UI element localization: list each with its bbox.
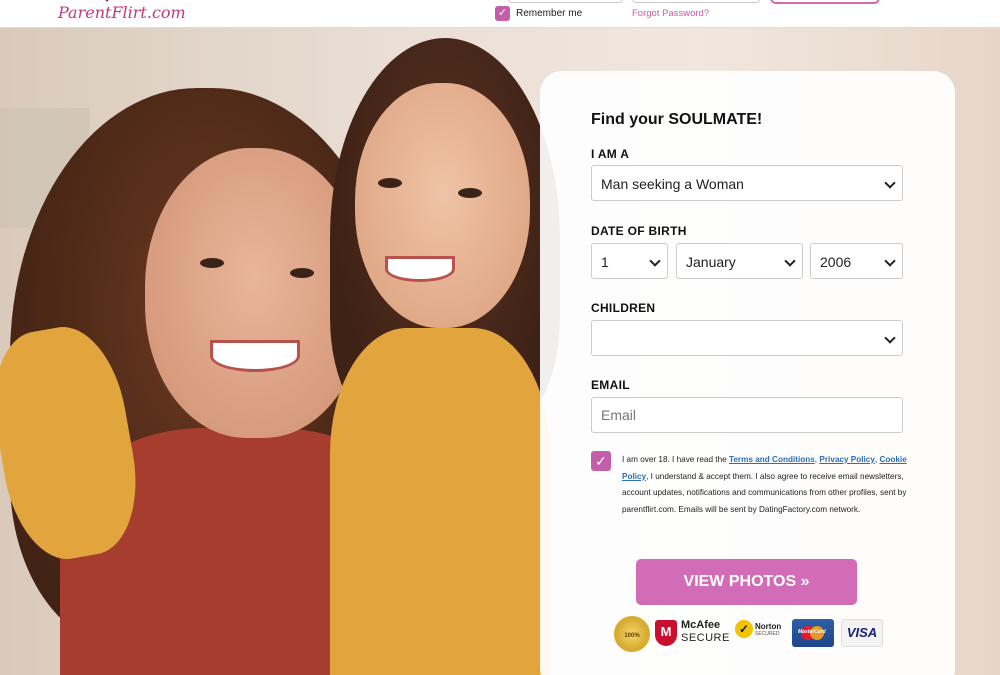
guarantee-text: 100% bbox=[624, 633, 640, 639]
chevron-down-icon bbox=[784, 255, 796, 267]
dob-month-select[interactable]: January bbox=[676, 243, 803, 279]
email-input[interactable] bbox=[591, 397, 903, 433]
norton-sub: SECURED bbox=[755, 631, 780, 637]
girl-left-eye bbox=[378, 178, 402, 188]
chevron-down-icon bbox=[884, 255, 896, 267]
password-input[interactable] bbox=[632, 0, 760, 3]
norton-name: Norton bbox=[755, 622, 782, 631]
dob-year-value: 2006 bbox=[820, 254, 852, 270]
mcafee-secure-badge: M McAfee SECURE bbox=[655, 616, 730, 650]
chevron-down-icon bbox=[884, 332, 896, 344]
terms-checkbox[interactable]: ✓ bbox=[591, 451, 611, 471]
girl-face bbox=[355, 83, 530, 328]
logo-star-icon bbox=[100, 0, 114, 2]
terms-text: I am over 18. I have read the Terms and … bbox=[622, 452, 907, 518]
i-am-a-label: I AM A bbox=[591, 147, 630, 161]
children-select[interactable] bbox=[591, 320, 903, 356]
form-title: Find your SOULMATE! bbox=[591, 111, 763, 128]
woman-left-eye bbox=[200, 258, 224, 268]
terms-text-part: I am over 18. I have read the bbox=[622, 455, 729, 464]
forgot-password-link[interactable]: Forgot Password? bbox=[632, 8, 709, 19]
i-am-a-value: Man seeking a Woman bbox=[601, 176, 744, 192]
chevron-down-icon bbox=[884, 177, 896, 189]
remember-me-label: Remember me bbox=[516, 8, 583, 19]
woman-right-eye bbox=[290, 268, 314, 278]
mastercard-logo: MasterCard bbox=[792, 619, 834, 647]
email-label: EMAIL bbox=[591, 378, 630, 392]
username-input[interactable] bbox=[508, 0, 623, 3]
signup-card: Find your SOULMATE! I AM A Man seeking a… bbox=[540, 71, 955, 675]
girl-sweater bbox=[330, 328, 550, 675]
mcafee-name: McAfee bbox=[681, 619, 721, 631]
dob-day-select[interactable]: 1 bbox=[591, 243, 668, 279]
trust-badges: 100% M McAfee SECURE ✓ Norton SECURED Ma… bbox=[614, 616, 894, 652]
chevron-down-icon bbox=[649, 255, 661, 267]
i-am-a-select[interactable]: Man seeking a Woman bbox=[591, 165, 903, 201]
remember-me-checkbox[interactable]: ✓ bbox=[495, 6, 510, 21]
dob-year-select[interactable]: 2006 bbox=[810, 243, 903, 279]
guarantee-seal-icon: 100% bbox=[614, 616, 650, 652]
woman-smile bbox=[210, 340, 300, 372]
top-header: ParentFlirt.com ✓ Remember me Forgot Pas… bbox=[0, 0, 1000, 28]
mcafee-sub: SECURE bbox=[681, 632, 730, 644]
mcafee-shield-icon: M bbox=[655, 620, 677, 646]
mastercard-text: MasterCard bbox=[798, 629, 826, 635]
view-photos-button[interactable]: VIEW PHOTOS » bbox=[636, 559, 857, 605]
terms-text-part: , I understand & accept them. I also agr… bbox=[622, 471, 907, 514]
dob-label: DATE OF BIRTH bbox=[591, 224, 687, 238]
norton-check-icon: ✓ bbox=[735, 620, 753, 638]
girl-smile bbox=[385, 256, 455, 282]
site-logo[interactable]: ParentFlirt.com bbox=[58, 3, 186, 22]
login-button[interactable] bbox=[770, 0, 880, 4]
norton-secured-badge: ✓ Norton SECURED bbox=[735, 616, 787, 650]
children-label: CHILDREN bbox=[591, 301, 656, 315]
girl-right-eye bbox=[458, 188, 482, 198]
visa-logo: VISA bbox=[841, 619, 883, 647]
terms-link[interactable]: Terms and Conditions bbox=[729, 455, 815, 464]
privacy-link[interactable]: Privacy Policy bbox=[819, 455, 875, 464]
dob-day-value: 1 bbox=[601, 254, 609, 270]
dob-month-value: January bbox=[686, 254, 736, 270]
